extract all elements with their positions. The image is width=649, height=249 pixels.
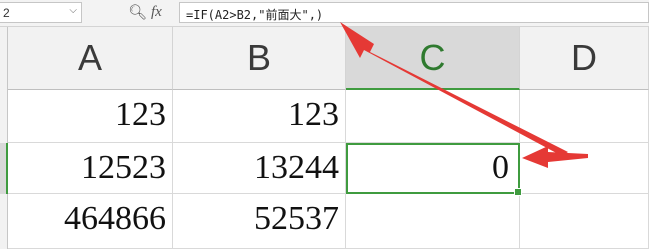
cell-c1[interactable] [346,90,520,143]
active-cell-outline [346,143,522,196]
row-header-2[interactable] [0,143,8,194]
cell-a3[interactable]: 464866 [8,194,173,249]
column-header-d[interactable]: D [520,27,649,90]
fill-handle[interactable] [514,188,522,196]
cell-d3[interactable] [520,194,649,249]
column-header-a[interactable]: A [8,27,173,90]
row-header-3[interactable] [0,194,8,249]
column-header-c[interactable]: C [346,27,520,90]
fx-icon[interactable]: fx [151,2,171,22]
magnifier-icon[interactable]: 🔍︎ [128,3,147,21]
cell-d2[interactable] [520,143,649,194]
chevron-down-icon[interactable]: ⌵ [69,5,77,16]
cell-a1[interactable]: 123 [8,90,173,143]
row-header-1[interactable] [0,90,8,143]
formula-bar: 2 ⌵ 🔍︎ fx =IF(A2>B2,"前面大",) [0,0,649,27]
name-box-value: 2 [3,6,10,20]
cell-b3[interactable]: 52537 [173,194,346,249]
cell-c3[interactable] [346,194,520,249]
cell-b1[interactable]: 123 [173,90,346,143]
formula-input[interactable]: =IF(A2>B2,"前面大",) [179,2,649,23]
cell-d1[interactable] [520,90,649,143]
cell-a2[interactable]: 12523 [8,143,173,194]
cell-b2[interactable]: 13244 [173,143,346,194]
name-box[interactable]: 2 ⌵ [0,2,82,23]
column-header-b[interactable]: B [173,27,346,90]
select-all-corner[interactable] [0,27,8,90]
